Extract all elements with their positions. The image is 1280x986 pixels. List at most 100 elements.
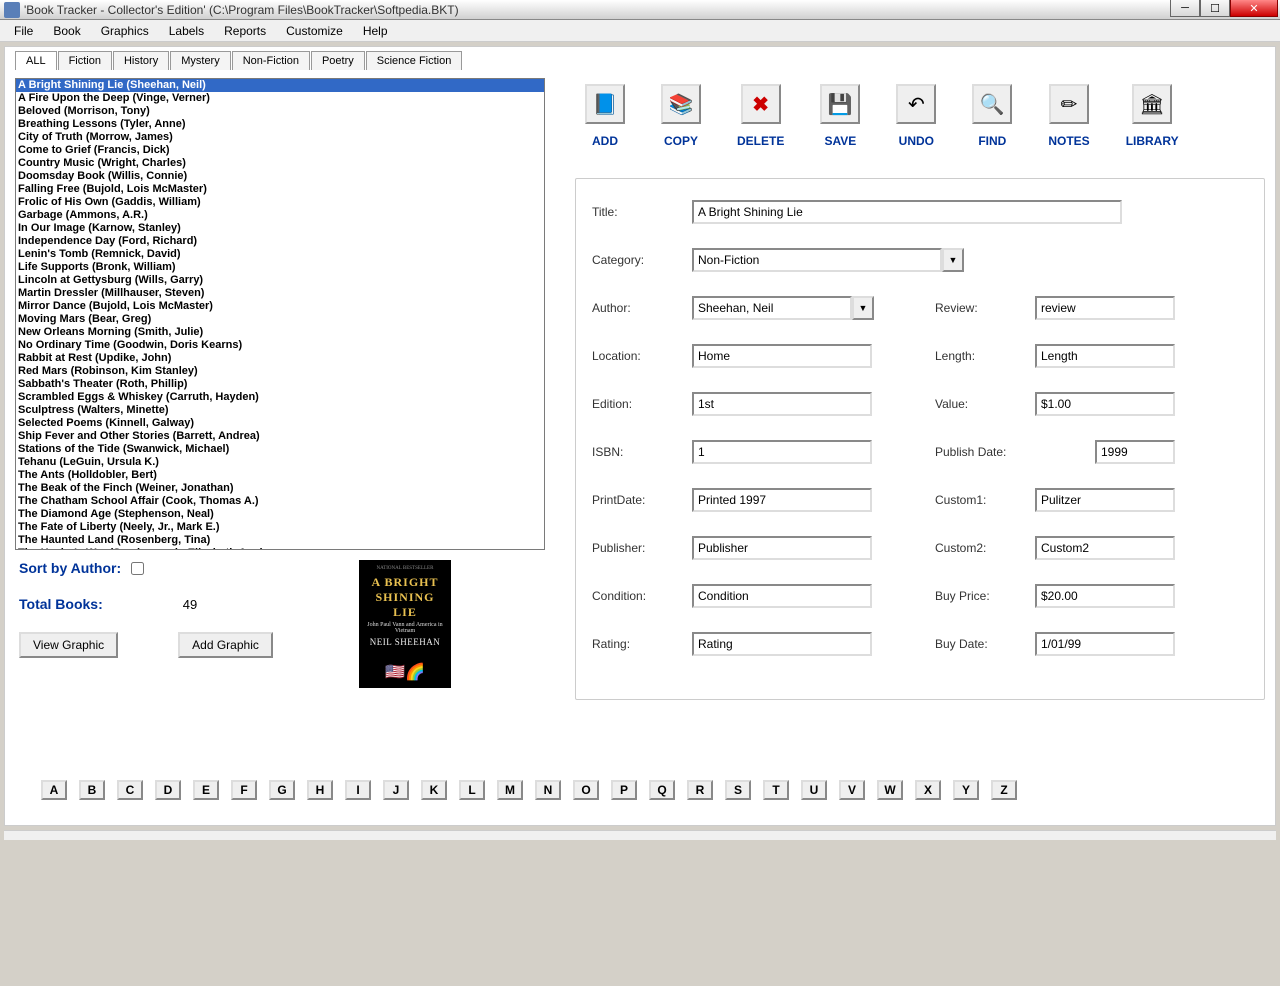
list-item[interactable]: Falling Free (Bujold, Lois McMaster) — [16, 183, 544, 196]
title-input[interactable] — [692, 200, 1122, 224]
list-item[interactable]: Selected Poems (Kinnell, Galway) — [16, 417, 544, 430]
alpha-n-button[interactable]: N — [535, 780, 561, 800]
list-item[interactable]: Lincoln at Gettysburg (Wills, Garry) — [16, 274, 544, 287]
alpha-u-button[interactable]: U — [801, 780, 827, 800]
list-item[interactable]: Moving Mars (Bear, Greg) — [16, 313, 544, 326]
list-item[interactable]: City of Truth (Morrow, James) — [16, 131, 544, 144]
list-item[interactable]: Mirror Dance (Bujold, Lois McMaster) — [16, 300, 544, 313]
isbn-input[interactable] — [692, 440, 872, 464]
delete-button[interactable]: ✖DELETE — [737, 84, 784, 148]
menu-file[interactable]: File — [4, 22, 43, 40]
alpha-y-button[interactable]: Y — [953, 780, 979, 800]
list-item[interactable]: Red Mars (Robinson, Kim Stanley) — [16, 365, 544, 378]
alpha-k-button[interactable]: K — [421, 780, 447, 800]
custom1-input[interactable] — [1035, 488, 1175, 512]
alpha-l-button[interactable]: L — [459, 780, 485, 800]
buydate-input[interactable] — [1035, 632, 1175, 656]
list-item[interactable]: The Haunted Land (Rosenberg, Tina) — [16, 534, 544, 547]
find-button[interactable]: 🔍FIND — [972, 84, 1012, 148]
sort-checkbox[interactable] — [131, 562, 144, 575]
tab-mystery[interactable]: Mystery — [170, 51, 231, 70]
menu-graphics[interactable]: Graphics — [91, 22, 159, 40]
tab-fiction[interactable]: Fiction — [58, 51, 112, 70]
list-item[interactable]: Tehanu (LeGuin, Ursula K.) — [16, 456, 544, 469]
alpha-a-button[interactable]: A — [41, 780, 67, 800]
list-item[interactable]: The Fate of Liberty (Neely, Jr., Mark E.… — [16, 521, 544, 534]
maximize-button[interactable]: ☐ — [1200, 0, 1230, 17]
menu-help[interactable]: Help — [353, 22, 398, 40]
list-item[interactable]: In Our Image (Karnow, Stanley) — [16, 222, 544, 235]
condition-input[interactable] — [692, 584, 872, 608]
author-dropdown-icon[interactable]: ▼ — [852, 296, 874, 320]
alpha-w-button[interactable]: W — [877, 780, 903, 800]
alpha-z-button[interactable]: Z — [991, 780, 1017, 800]
alpha-g-button[interactable]: G — [269, 780, 295, 800]
alpha-b-button[interactable]: B — [79, 780, 105, 800]
list-item[interactable]: No Ordinary Time (Goodwin, Doris Kearns) — [16, 339, 544, 352]
alpha-e-button[interactable]: E — [193, 780, 219, 800]
list-item[interactable]: Martin Dressler (Millhauser, Steven) — [16, 287, 544, 300]
alpha-t-button[interactable]: T — [763, 780, 789, 800]
alpha-i-button[interactable]: I — [345, 780, 371, 800]
alpha-r-button[interactable]: R — [687, 780, 713, 800]
author-input[interactable] — [692, 296, 852, 320]
save-button[interactable]: 💾SAVE — [820, 84, 860, 148]
alpha-s-button[interactable]: S — [725, 780, 751, 800]
add-button[interactable]: 📘ADD — [585, 84, 625, 148]
undo-button[interactable]: ↶UNDO — [896, 84, 936, 148]
list-item[interactable]: Breathing Lessons (Tyler, Anne) — [16, 118, 544, 131]
list-item[interactable]: Garbage (Ammons, A.R.) — [16, 209, 544, 222]
minimize-button[interactable]: ─ — [1170, 0, 1200, 17]
edition-input[interactable] — [692, 392, 872, 416]
tab-poetry[interactable]: Poetry — [311, 51, 365, 70]
list-item[interactable]: The Chatham School Affair (Cook, Thomas … — [16, 495, 544, 508]
category-dropdown-icon[interactable]: ▼ — [942, 248, 964, 272]
alpha-m-button[interactable]: M — [497, 780, 523, 800]
alpha-d-button[interactable]: D — [155, 780, 181, 800]
alpha-j-button[interactable]: J — [383, 780, 409, 800]
copy-button[interactable]: 📚COPY — [661, 84, 701, 148]
list-item[interactable]: Come to Grief (Francis, Dick) — [16, 144, 544, 157]
list-item[interactable]: The Ants (Holldobler, Bert) — [16, 469, 544, 482]
list-item[interactable]: Ship Fever and Other Stories (Barrett, A… — [16, 430, 544, 443]
menu-customize[interactable]: Customize — [276, 22, 353, 40]
list-item[interactable]: A Bright Shining Lie (Sheehan, Neil) — [16, 79, 544, 92]
list-item[interactable]: Life Supports (Bronk, William) — [16, 261, 544, 274]
list-item[interactable]: A Fire Upon the Deep (Vinge, Verner) — [16, 92, 544, 105]
alpha-h-button[interactable]: H — [307, 780, 333, 800]
category-input[interactable] — [692, 248, 942, 272]
list-item[interactable]: Country Music (Wright, Charles) — [16, 157, 544, 170]
publishdate-input[interactable] — [1095, 440, 1175, 464]
rating-input[interactable] — [692, 632, 872, 656]
list-item[interactable]: Frolic of His Own (Gaddis, William) — [16, 196, 544, 209]
list-item[interactable]: Rabbit at Rest (Updike, John) — [16, 352, 544, 365]
close-button[interactable]: ✕ — [1230, 0, 1278, 17]
buyprice-input[interactable] — [1035, 584, 1175, 608]
publisher-input[interactable] — [692, 536, 872, 560]
list-item[interactable]: Doomsday Book (Willis, Connie) — [16, 170, 544, 183]
list-item[interactable]: Independence Day (Ford, Richard) — [16, 235, 544, 248]
tab-history[interactable]: History — [113, 51, 169, 70]
alpha-p-button[interactable]: P — [611, 780, 637, 800]
tab-all[interactable]: ALL — [15, 51, 57, 70]
list-item[interactable]: The Beak of the Finch (Weiner, Jonathan) — [16, 482, 544, 495]
menu-book[interactable]: Book — [43, 22, 90, 40]
review-input[interactable] — [1035, 296, 1175, 320]
book-list[interactable]: A Bright Shining Lie (Sheehan, Neil)A Fi… — [15, 78, 545, 550]
list-item[interactable]: Scrambled Eggs & Whiskey (Carruth, Hayde… — [16, 391, 544, 404]
list-item[interactable]: Sabbath's Theater (Roth, Phillip) — [16, 378, 544, 391]
list-item[interactable]: Stations of the Tide (Swanwick, Michael) — [16, 443, 544, 456]
length-input[interactable] — [1035, 344, 1175, 368]
tab-science-fiction[interactable]: Science Fiction — [366, 51, 463, 70]
location-input[interactable] — [692, 344, 872, 368]
notes-button[interactable]: ✏NOTES — [1048, 84, 1089, 148]
printdate-input[interactable] — [692, 488, 872, 512]
list-item[interactable]: New Orleans Morning (Smith, Julie) — [16, 326, 544, 339]
menu-labels[interactable]: Labels — [159, 22, 214, 40]
alpha-c-button[interactable]: C — [117, 780, 143, 800]
value-input[interactable] — [1035, 392, 1175, 416]
tab-non-fiction[interactable]: Non-Fiction — [232, 51, 310, 70]
add-graphic-button[interactable]: Add Graphic — [178, 632, 273, 658]
library-button[interactable]: 🏛LIBRARY — [1126, 84, 1179, 148]
menu-reports[interactable]: Reports — [214, 22, 276, 40]
